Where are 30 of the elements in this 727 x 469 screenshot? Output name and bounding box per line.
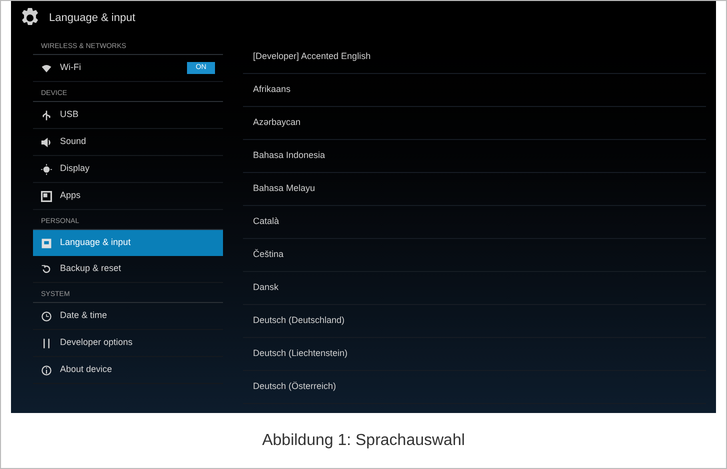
language-option[interactable]: Bahasa Indonesia	[253, 149, 326, 163]
clock-icon	[41, 310, 52, 322]
settings-item[interactable]: Backup & reset	[33, 256, 223, 283]
window-title: Language & input	[49, 10, 136, 26]
settings-item[interactable]: Sound	[33, 129, 223, 156]
usb-icon	[41, 110, 52, 120]
brightness-icon	[41, 164, 52, 174]
language-option[interactable]: Bahasa Melayu	[253, 182, 316, 196]
speaker-icon	[41, 136, 52, 148]
language-option[interactable]: Deutsch (Österreich)	[253, 380, 336, 394]
language-option[interactable]: Čeština	[253, 248, 284, 262]
language-option[interactable]: Català	[253, 215, 280, 229]
language-option[interactable]: Dansk	[253, 281, 279, 295]
settings-item[interactable]: Developer options	[33, 330, 223, 357]
info-icon	[41, 364, 52, 376]
language-option[interactable]: Deutsch (Deutschland)	[253, 314, 345, 328]
restore-icon	[41, 264, 52, 274]
language-option[interactable]: Azərbaycan	[253, 116, 301, 130]
settings-item[interactable]: Display	[33, 156, 223, 183]
window-icon	[41, 190, 52, 202]
figure-caption: Abbildung 1: Sprachauswahl	[262, 430, 465, 450]
language-option[interactable]: Deutsch (Liechtenstein)	[253, 347, 348, 361]
language-option[interactable]: Afrikaans	[253, 83, 291, 97]
settings-item[interactable]: About device	[33, 357, 223, 384]
settings-item[interactable]: Language & input	[33, 230, 223, 256]
settings-item[interactable]: Apps	[33, 183, 223, 210]
settings-item[interactable]: Date & time	[33, 303, 223, 330]
language-option[interactable]: [Developer] Accented English	[253, 50, 371, 64]
wifi-icon	[41, 62, 52, 74]
settings-item[interactable]: USB	[33, 102, 223, 129]
